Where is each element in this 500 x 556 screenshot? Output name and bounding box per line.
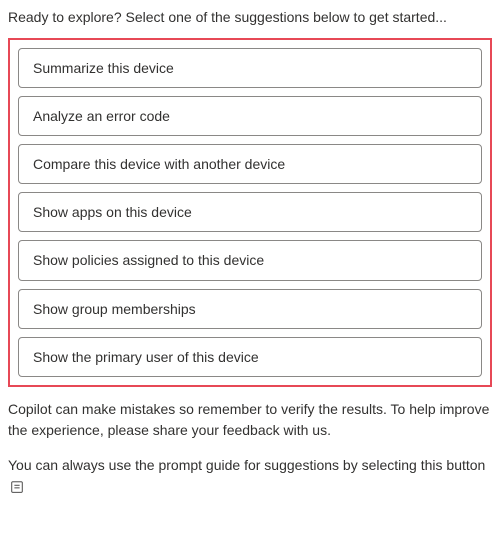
disclaimer-text: Copilot can make mistakes so remember to… xyxy=(8,399,492,441)
suggestion-summarize-device[interactable]: Summarize this device xyxy=(18,48,482,88)
prompt-guide-icon xyxy=(10,480,24,494)
suggestion-show-groups[interactable]: Show group memberships xyxy=(18,289,482,329)
prompt-guide-text: You can always use the prompt guide for … xyxy=(8,457,485,473)
suggestion-analyze-error[interactable]: Analyze an error code xyxy=(18,96,482,136)
suggestion-show-primary-user[interactable]: Show the primary user of this device xyxy=(18,337,482,377)
intro-text: Ready to explore? Select one of the sugg… xyxy=(8,8,492,28)
suggestion-show-policies[interactable]: Show policies assigned to this device xyxy=(18,240,482,280)
suggestions-container: Summarize this device Analyze an error c… xyxy=(8,38,492,387)
prompt-guide-info: You can always use the prompt guide for … xyxy=(8,455,492,497)
suggestion-compare-device[interactable]: Compare this device with another device xyxy=(18,144,482,184)
suggestion-show-apps[interactable]: Show apps on this device xyxy=(18,192,482,232)
